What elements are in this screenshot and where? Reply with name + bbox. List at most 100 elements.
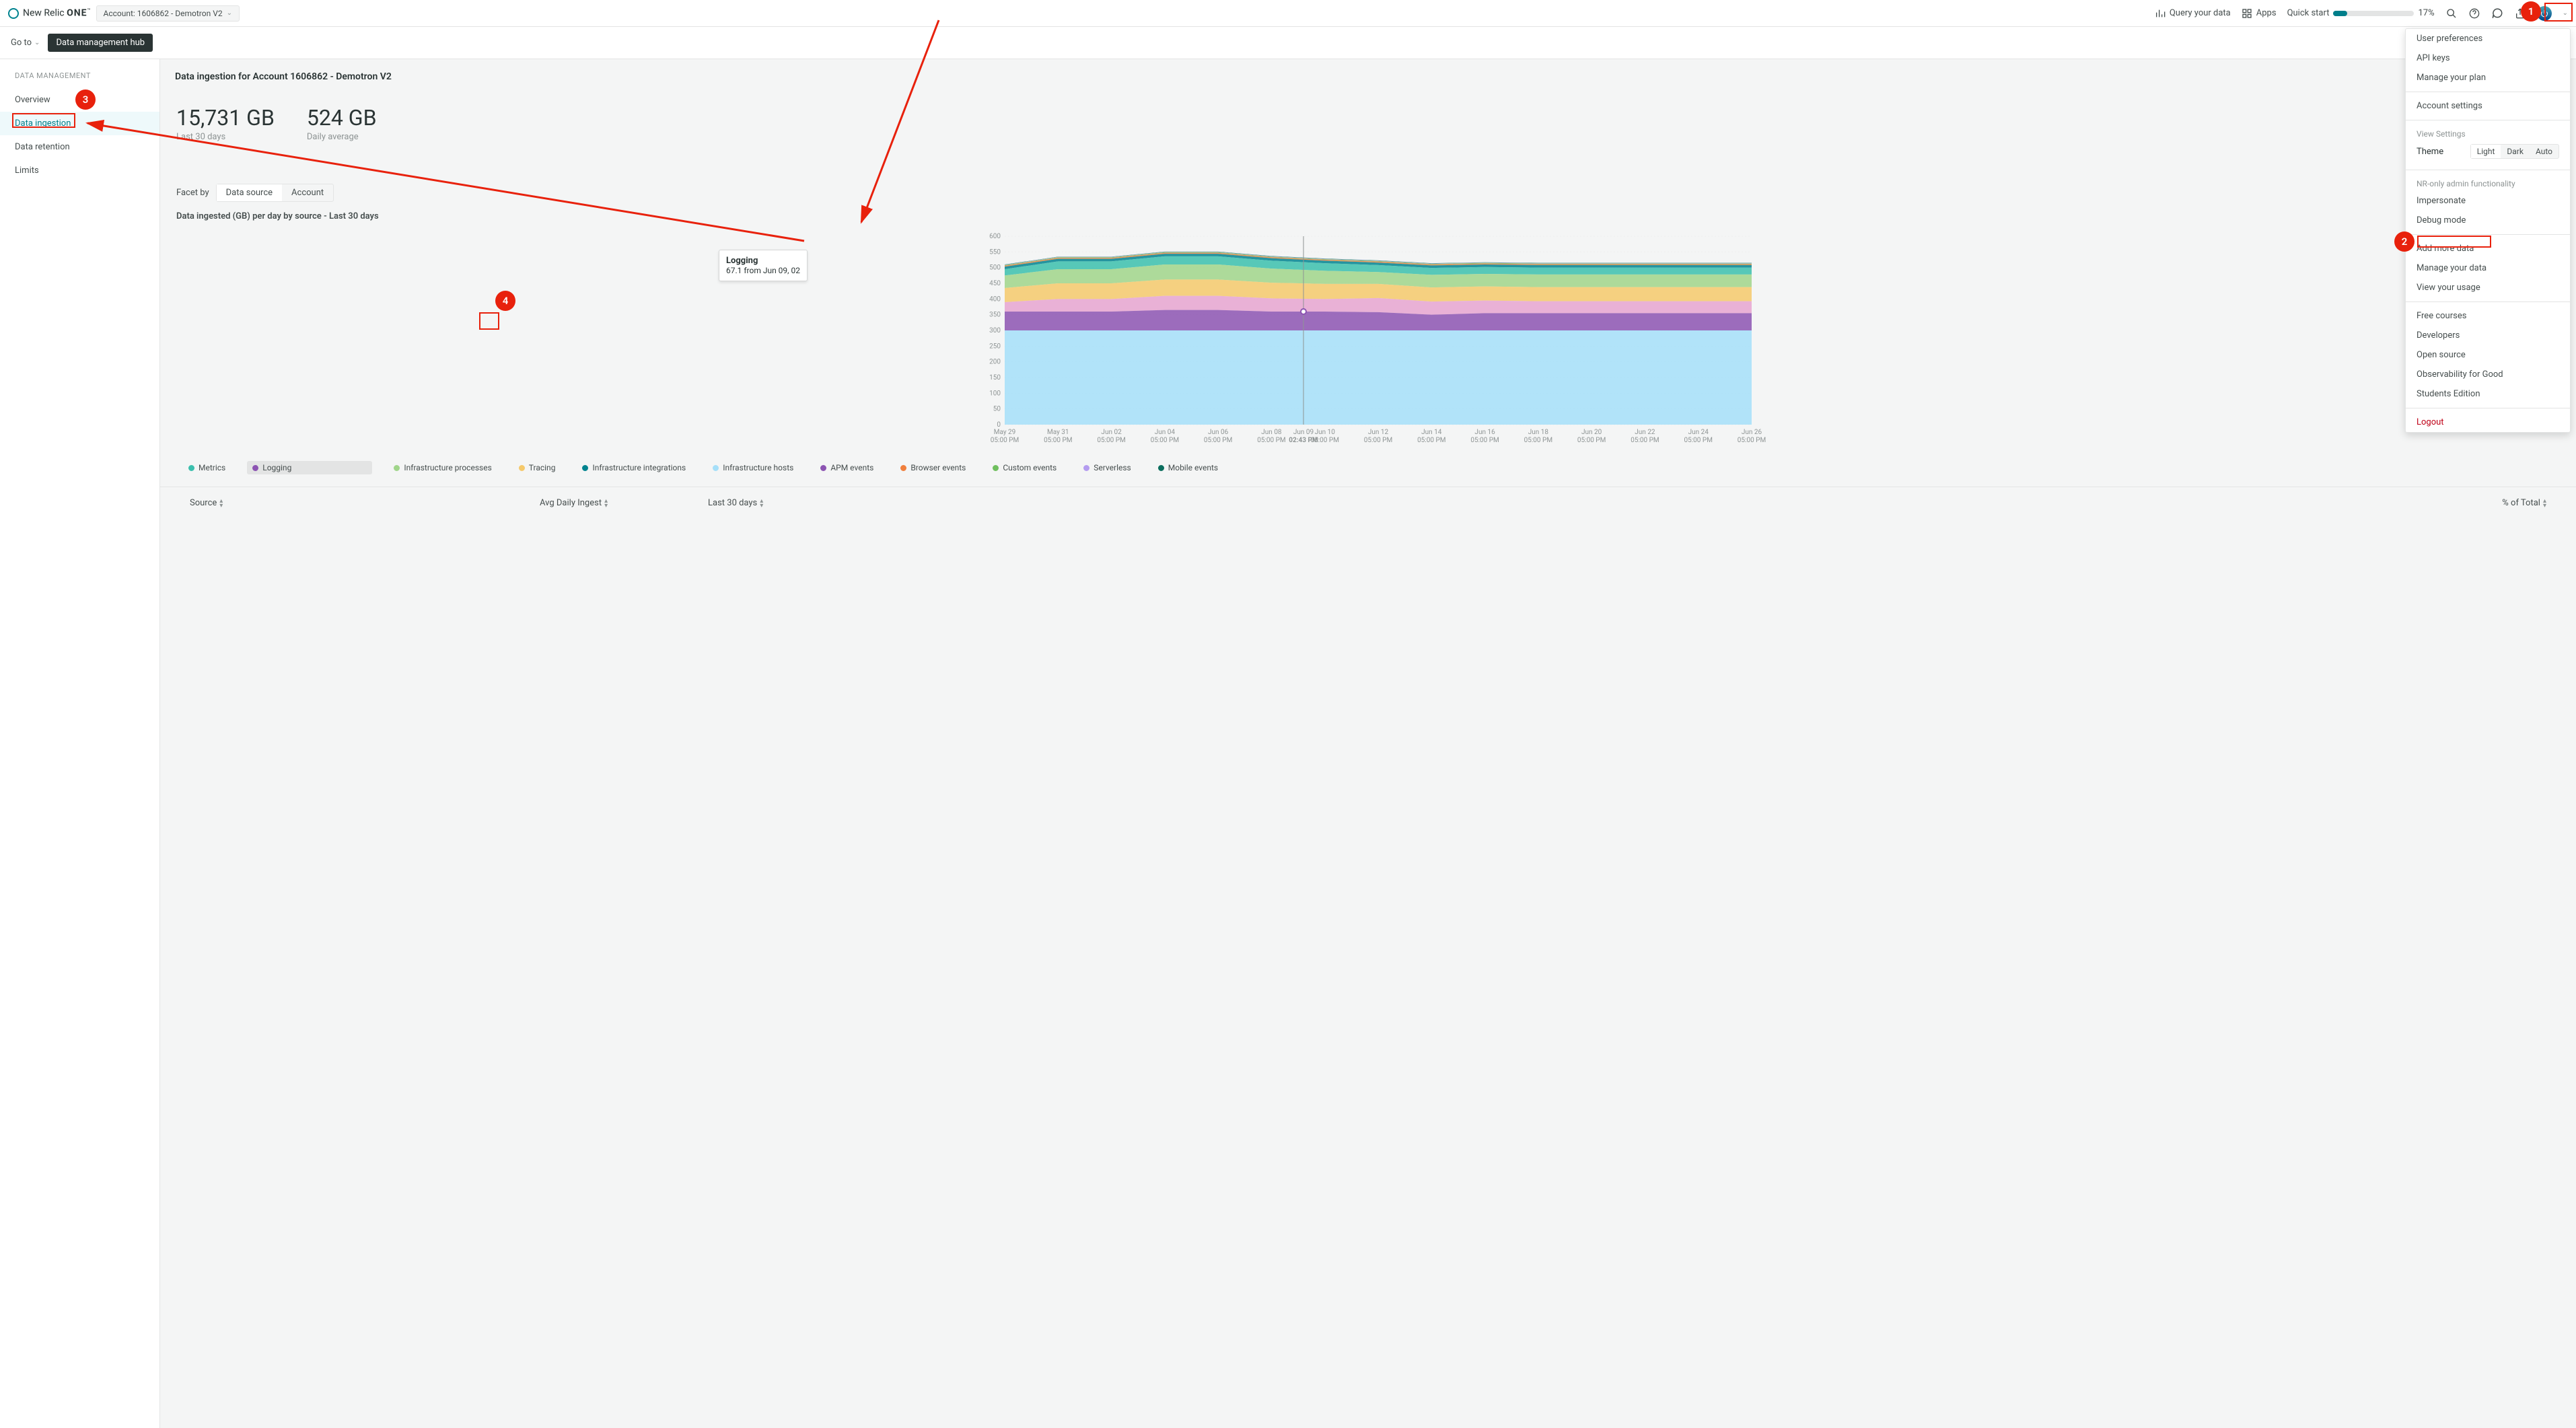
legend-label: Browser events xyxy=(910,463,966,472)
svg-text:Jun 26: Jun 26 xyxy=(1742,429,1762,436)
search-icon[interactable] xyxy=(2445,7,2458,20)
sort-icon: ▴▾ xyxy=(2543,499,2546,508)
svg-text:05:00 PM: 05:00 PM xyxy=(1524,437,1552,444)
theme-auto[interactable]: Auto xyxy=(2530,145,2559,158)
legend-item[interactable]: Tracing xyxy=(513,461,561,474)
menu-developers[interactable]: Developers xyxy=(2406,326,2570,345)
menu-add-data[interactable]: Add more data xyxy=(2406,239,2570,258)
facet-label: Facet by xyxy=(176,188,209,198)
menu-observability-good[interactable]: Observability for Good xyxy=(2406,365,2570,384)
brand-suffix: ONE xyxy=(67,8,87,19)
th-source[interactable]: Source▴▾ xyxy=(190,498,540,508)
sidebar: DATA MANAGEMENT Overview Data ingestion … xyxy=(0,59,160,1428)
legend-label: Mobile events xyxy=(1168,463,1218,472)
svg-text:05:00 PM: 05:00 PM xyxy=(1044,437,1072,444)
svg-text:05:00 PM: 05:00 PM xyxy=(1738,437,1766,444)
legend-label: Logging xyxy=(262,463,291,472)
menu-debug[interactable]: Debug mode xyxy=(2406,211,2570,230)
query-data-link[interactable]: Query your data xyxy=(2155,8,2231,19)
menu-user-preferences[interactable]: User preferences xyxy=(2406,29,2570,48)
menu-manage-plan[interactable]: Manage your plan xyxy=(2406,68,2570,87)
help-icon[interactable] xyxy=(2468,7,2480,20)
legend-label: Infrastructure hosts xyxy=(723,463,793,472)
goto-dropdown[interactable]: Go to ⌄ xyxy=(11,38,40,48)
theme-dark[interactable]: Dark xyxy=(2501,145,2530,158)
svg-text:Jun 18: Jun 18 xyxy=(1528,429,1549,436)
theme-segment: Light Dark Auto xyxy=(2470,144,2559,159)
legend-item[interactable]: Infrastructure processes xyxy=(388,461,497,474)
legend-item[interactable]: Infrastructure integrations xyxy=(577,461,691,474)
apps-icon xyxy=(2242,8,2252,19)
svg-text:0: 0 xyxy=(997,421,1001,429)
legend-item[interactable]: APM events xyxy=(815,461,879,474)
chevron-down-icon: ⌄ xyxy=(227,9,232,17)
legend-item[interactable]: Custom events xyxy=(987,461,1062,474)
sidebar-item-overview[interactable]: Overview xyxy=(0,88,159,112)
svg-text:Jun 20: Jun 20 xyxy=(1581,429,1602,436)
svg-text:Jun 12: Jun 12 xyxy=(1368,429,1389,436)
legend-dot-icon xyxy=(993,465,999,471)
th-avg-daily[interactable]: Avg Daily Ingest▴▾ xyxy=(540,498,708,508)
quickstart-link[interactable]: Quick start 17% xyxy=(2287,8,2435,18)
quickstart-pct: 17% xyxy=(2418,8,2434,18)
user-menu: User preferences API keys Manage your pl… xyxy=(2405,28,2571,433)
legend-label: Tracing xyxy=(529,463,556,472)
svg-text:300: 300 xyxy=(989,327,1001,334)
menu-manage-data[interactable]: Manage your data xyxy=(2406,258,2570,278)
th-last-30[interactable]: Last 30 days▴▾ xyxy=(708,498,856,508)
legend-item[interactable]: Mobile events xyxy=(1153,461,1223,474)
sort-icon: ▴▾ xyxy=(760,499,763,508)
svg-text:05:00 PM: 05:00 PM xyxy=(1097,437,1125,444)
chart-title: Data ingested (GB) per day by source - L… xyxy=(160,211,2576,229)
svg-text:Jun 08: Jun 08 xyxy=(1261,429,1282,436)
svg-text:Jun 16: Jun 16 xyxy=(1474,429,1495,436)
legend-dot-icon xyxy=(1158,465,1164,471)
goto-label: Go to xyxy=(11,38,32,48)
facet-account[interactable]: Account xyxy=(282,184,333,201)
brand-name: New Relic xyxy=(23,8,65,19)
th-pct-total[interactable]: % of Total▴▾ xyxy=(2502,498,2546,508)
menu-view-usage[interactable]: View your usage xyxy=(2406,278,2570,297)
legend-item[interactable]: Metrics xyxy=(183,461,231,474)
svg-text:Jun 10: Jun 10 xyxy=(1315,429,1336,436)
legend-dot-icon xyxy=(1083,465,1089,471)
sidebar-item-limits[interactable]: Limits xyxy=(0,159,159,182)
legend-label: Infrastructure integrations xyxy=(592,463,686,472)
svg-text:600: 600 xyxy=(989,233,1001,240)
legend-dot-icon xyxy=(820,465,826,471)
user-avatar-button[interactable] xyxy=(2537,6,2552,21)
menu-api-keys[interactable]: API keys xyxy=(2406,48,2570,68)
sidebar-item-data-retention[interactable]: Data retention xyxy=(0,135,159,159)
menu-account-settings[interactable]: Account settings xyxy=(2406,96,2570,116)
svg-text:05:00 PM: 05:00 PM xyxy=(1470,437,1499,444)
menu-open-source[interactable]: Open source xyxy=(2406,345,2570,365)
legend-label: Infrastructure processes xyxy=(404,463,491,472)
sidebar-item-data-ingestion[interactable]: Data ingestion xyxy=(0,112,159,135)
tooltip-series: Logging xyxy=(726,256,758,266)
legend-item[interactable]: Logging xyxy=(247,461,372,474)
svg-text:Jun 14: Jun 14 xyxy=(1421,429,1442,436)
apps-link[interactable]: Apps xyxy=(2242,8,2277,19)
brand-logo[interactable]: New Relic ONE™ xyxy=(8,7,91,19)
feedback-icon[interactable] xyxy=(2491,7,2503,20)
menu-free-courses[interactable]: Free courses xyxy=(2406,306,2570,326)
area-chart[interactable]: 050100150200250300350400450500550600May … xyxy=(176,229,2560,452)
legend-item[interactable]: Browser events xyxy=(895,461,971,474)
menu-view-settings-head: View Settings xyxy=(2406,124,2570,141)
legend-item[interactable]: Serverless xyxy=(1078,461,1137,474)
menu-students[interactable]: Students Edition xyxy=(2406,384,2570,404)
menu-logout[interactable]: Logout xyxy=(2406,413,2570,432)
sort-icon: ▴▾ xyxy=(219,499,223,508)
apps-label: Apps xyxy=(2256,8,2277,18)
share-icon[interactable] xyxy=(2514,7,2526,20)
facet-data-source[interactable]: Data source xyxy=(217,184,282,201)
svg-text:200: 200 xyxy=(989,359,1001,366)
account-selector[interactable]: Account: 1606862 - Demotron V2 ⌄ xyxy=(96,5,240,22)
menu-impersonate[interactable]: Impersonate xyxy=(2406,191,2570,211)
power-icon xyxy=(2540,9,2548,17)
legend-item[interactable]: Infrastructure hosts xyxy=(707,461,799,474)
theme-label: Theme xyxy=(2417,147,2443,157)
svg-text:05:00 PM: 05:00 PM xyxy=(1631,437,1659,444)
theme-light[interactable]: Light xyxy=(2471,145,2501,158)
legend-dot-icon xyxy=(519,465,525,471)
